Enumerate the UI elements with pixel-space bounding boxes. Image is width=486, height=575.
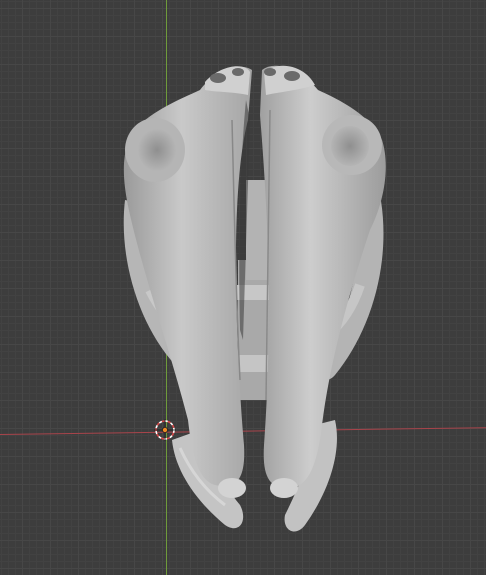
3d-viewport[interactable] bbox=[0, 0, 486, 575]
origin-point-icon bbox=[161, 426, 168, 433]
eye-sockets bbox=[125, 115, 382, 182]
incisors bbox=[218, 478, 298, 498]
3d-cursor-icon[interactable] bbox=[154, 419, 176, 441]
skull-mesh[interactable] bbox=[0, 0, 486, 575]
